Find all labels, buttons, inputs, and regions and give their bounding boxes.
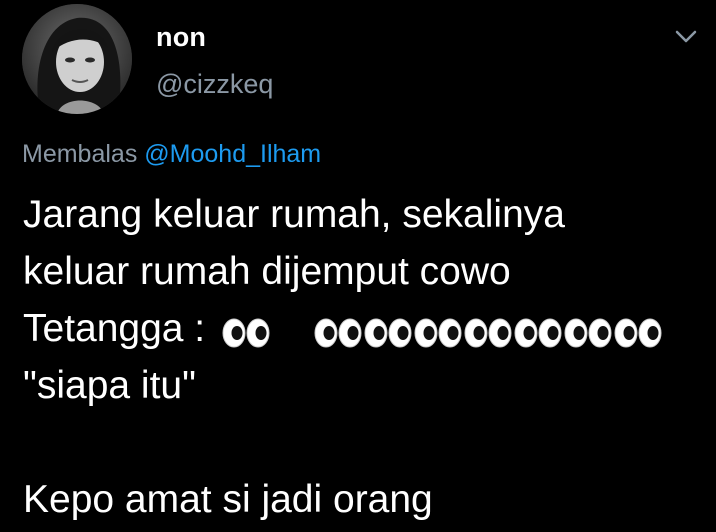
profile-photo	[22, 4, 132, 114]
eyes-emoji	[222, 318, 270, 348]
avatar[interactable]	[22, 4, 132, 114]
tweet-line: Jarang keluar rumah, sekalinya	[23, 193, 565, 236]
tweet-line: keluar rumah dijemput cowo	[23, 250, 511, 293]
reply-context: Membalas @Moohd_Ilham	[22, 140, 321, 169]
eyes-emoji	[364, 318, 412, 348]
eyes-emoji	[614, 318, 662, 348]
reply-to-link[interactable]: @Moohd_Ilham	[144, 140, 321, 168]
eyes-emoji	[514, 318, 562, 348]
eyes-emoji-group-1	[222, 302, 272, 359]
display-name[interactable]: non	[156, 22, 206, 53]
tweet-line-text: Tetangga :	[23, 307, 206, 350]
eyes-emoji-group-2	[314, 302, 664, 359]
tweet-line: Kepo amat si jadi orang	[23, 478, 433, 521]
tweet-line-with-emoji: Tetangga :	[23, 300, 703, 357]
reply-prefix: Membalas	[22, 140, 138, 168]
eyes-emoji	[414, 318, 462, 348]
eyes-emoji	[464, 318, 512, 348]
username[interactable]: @cizzkeq	[156, 69, 273, 100]
eyes-emoji	[314, 318, 362, 348]
eyes-emoji	[564, 318, 612, 348]
tweet-line: "siapa itu"	[23, 364, 196, 407]
chevron-down-icon[interactable]	[672, 22, 700, 50]
tweet-text: Jarang keluar rumah, sekalinya keluar ru…	[23, 186, 703, 528]
